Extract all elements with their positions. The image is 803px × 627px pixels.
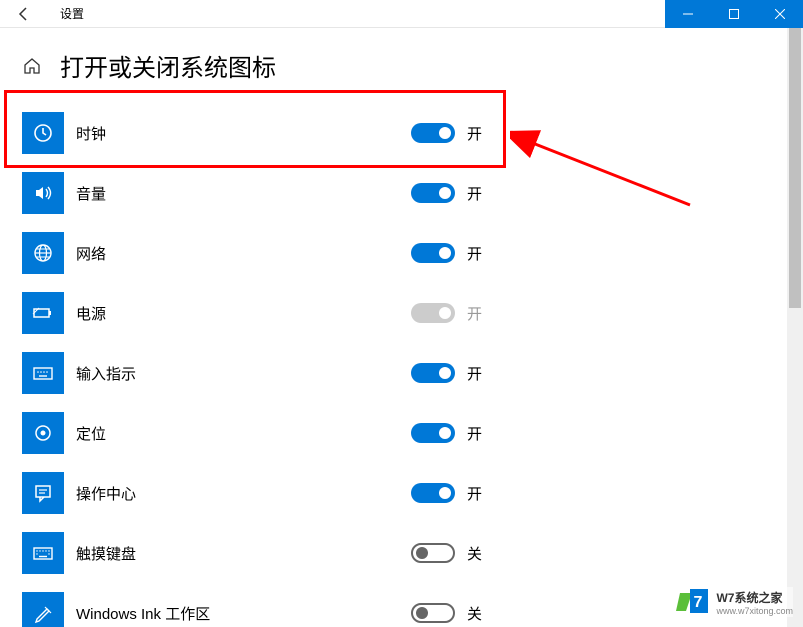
minimize-button[interactable] [665, 0, 711, 28]
back-button[interactable] [0, 0, 48, 28]
scrollbar[interactable] [787, 28, 803, 627]
clock-icon [22, 112, 64, 154]
scrollbar-thumb[interactable] [789, 28, 801, 308]
setting-row-power: 电源 开 [22, 283, 782, 343]
toggle-state-label-ime: 开 [467, 363, 482, 384]
toggle-state-label-power: 开 [467, 303, 482, 324]
globe-icon [22, 232, 64, 274]
toggle-ime[interactable] [411, 363, 455, 383]
setting-row-touch-keyboard: 触摸键盘 关 [22, 523, 782, 583]
content-area: 打开或关闭系统图标 时钟开音量开网络开电源开输入指示开定位开操作中心开触摸键盘关… [0, 28, 803, 627]
setting-row-action-center: 操作中心 开 [22, 463, 782, 523]
window-controls [665, 0, 803, 28]
arrow-left-icon [16, 6, 32, 22]
setting-label-location: 定位 [76, 423, 106, 444]
setting-label-clock: 时钟 [76, 123, 106, 144]
close-button[interactable] [757, 0, 803, 28]
setting-row-clock: 时钟 开 [22, 103, 782, 163]
pen-icon [22, 592, 64, 627]
setting-label-action-center: 操作中心 [76, 483, 136, 504]
setting-label-touch-keyboard: 触摸键盘 [76, 543, 136, 564]
toggle-network[interactable] [411, 243, 455, 263]
volume-icon [22, 172, 64, 214]
home-icon[interactable] [22, 56, 42, 76]
battery-icon [22, 292, 64, 334]
toggle-location[interactable] [411, 423, 455, 443]
setting-label-ime: 输入指示 [76, 363, 136, 384]
titlebar: 设置 [0, 0, 803, 28]
toggle-state-label-clock: 开 [467, 123, 482, 144]
maximize-button[interactable] [711, 0, 757, 28]
keyboard2-icon [22, 532, 64, 574]
settings-list: 时钟开音量开网络开电源开输入指示开定位开操作中心开触摸键盘关Windows In… [0, 103, 803, 627]
setting-row-volume: 音量 开 [22, 163, 782, 223]
toggle-action-center[interactable] [411, 483, 455, 503]
chat-icon [22, 472, 64, 514]
close-icon [775, 9, 785, 19]
toggle-volume[interactable] [411, 183, 455, 203]
setting-label-windows-ink: Windows Ink 工作区 [76, 603, 210, 624]
toggle-windows-ink[interactable] [411, 603, 455, 623]
setting-row-network: 网络 开 [22, 223, 782, 283]
setting-label-power: 电源 [76, 303, 106, 324]
setting-label-network: 网络 [76, 243, 106, 264]
toggle-state-label-network: 开 [467, 243, 482, 264]
toggle-state-label-windows-ink: 关 [467, 603, 482, 624]
toggle-power [411, 303, 455, 323]
page-title: 打开或关闭系统图标 [60, 48, 276, 83]
toggle-state-label-touch-keyboard: 关 [467, 543, 482, 564]
setting-row-ime: 输入指示 开 [22, 343, 782, 403]
app-title: 设置 [60, 5, 84, 22]
minimize-icon [683, 9, 693, 19]
maximize-icon [729, 9, 739, 19]
toggle-clock[interactable] [411, 123, 455, 143]
target-icon [22, 412, 64, 454]
setting-label-volume: 音量 [76, 183, 106, 204]
toggle-state-label-volume: 开 [467, 183, 482, 204]
page-header: 打开或关闭系统图标 [0, 48, 803, 83]
toggle-touch-keyboard[interactable] [411, 543, 455, 563]
toggle-state-label-location: 开 [467, 423, 482, 444]
toggle-state-label-action-center: 开 [467, 483, 482, 504]
keyboard-icon [22, 352, 64, 394]
setting-row-windows-ink: Windows Ink 工作区 关 [22, 583, 782, 627]
setting-row-location: 定位 开 [22, 403, 782, 463]
